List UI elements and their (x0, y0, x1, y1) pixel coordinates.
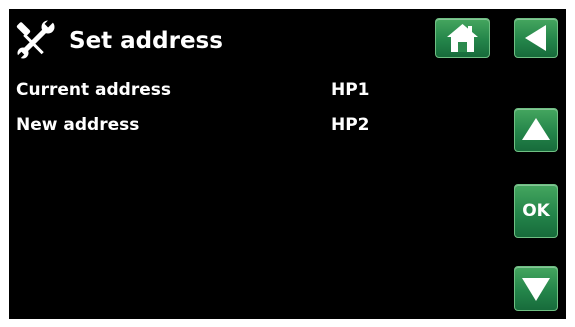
back-button[interactable] (514, 18, 558, 58)
down-arrow-icon (522, 278, 550, 301)
home-button[interactable] (435, 18, 490, 58)
current-address-label: Current address (16, 80, 171, 100)
up-button[interactable] (514, 108, 558, 152)
back-arrow-icon (525, 25, 546, 51)
new-address-value[interactable]: HP2 (331, 114, 370, 136)
down-button[interactable] (514, 266, 558, 311)
up-arrow-icon (522, 118, 550, 140)
ok-button[interactable]: OK (514, 184, 558, 238)
new-address-label: New address (16, 115, 140, 135)
tools-icon (15, 17, 55, 61)
home-icon (447, 24, 478, 52)
header: Set address (9, 9, 566, 69)
screen: Set address Current address HP1 New addr… (9, 9, 566, 319)
current-address-value: HP1 (331, 80, 370, 100)
ok-label: OK (522, 201, 550, 221)
page-title: Set address (69, 28, 223, 54)
